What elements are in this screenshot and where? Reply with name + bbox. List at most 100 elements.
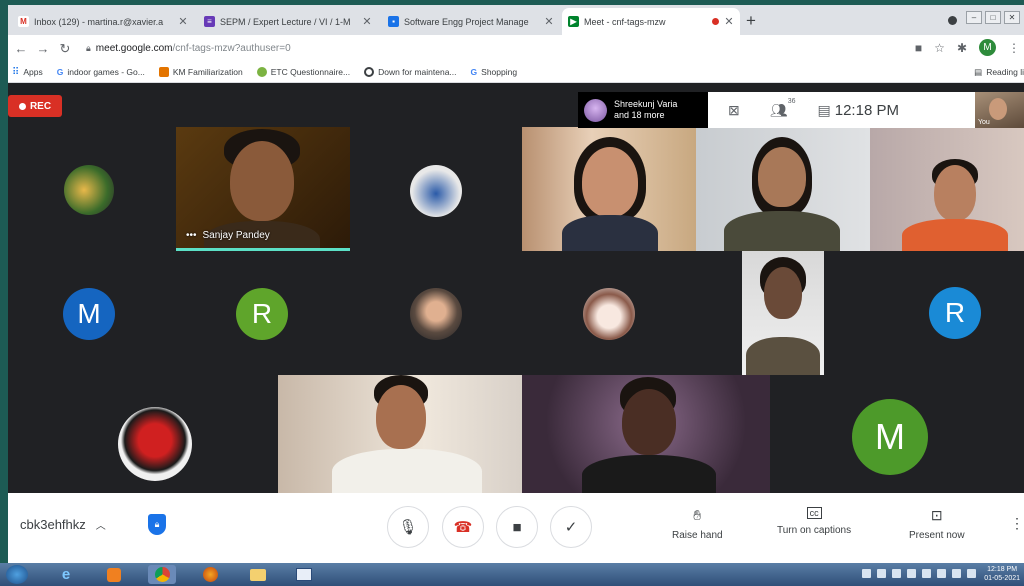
system-tray — [862, 569, 976, 578]
bookmark-down[interactable]: Down for maintena... — [364, 67, 457, 77]
tab-forms[interactable]: ≡ SEPM / Expert Lecture / VI / 1-M ✕ — [198, 8, 378, 35]
participant-tile[interactable]: M — [770, 375, 1024, 493]
reading-list[interactable]: ▤ Reading li — [974, 67, 1024, 78]
camera-button[interactable]: ■ — [496, 506, 538, 548]
participant-tile[interactable] — [870, 127, 1024, 251]
address-bar: ← → ↻ 🔒︎ meet.google.com/cnf-tags-mzw?au… — [8, 35, 1024, 62]
tray-signal-icon[interactable] — [967, 569, 976, 578]
present-now-button[interactable]: ⊡ Present now — [909, 507, 965, 541]
tray-flag-icon[interactable] — [937, 569, 946, 578]
participant-tile[interactable] — [696, 127, 870, 251]
participant-tile[interactable] — [742, 251, 824, 375]
profile-dot-icon[interactable] — [948, 16, 957, 25]
participant-tile[interactable]: R — [176, 251, 350, 375]
participant-tile[interactable] — [8, 127, 176, 251]
bookmark-shopping[interactable]: G Shopping — [471, 67, 518, 77]
participant-video — [582, 147, 638, 217]
tray-app-icon[interactable] — [907, 569, 916, 578]
present-screen-icon: ⊡ — [930, 507, 943, 523]
window-icon[interactable] — [290, 565, 318, 584]
bookmark-km[interactable]: KM Familiarization — [158, 67, 243, 77]
chrome-icon[interactable] — [148, 565, 176, 584]
layout-grid-icon[interactable]: ⊠ — [728, 102, 740, 119]
window-controls: – □ ✕ — [966, 11, 1020, 24]
bookmark-label: KM Familiarization — [172, 67, 243, 77]
bookmark-apps[interactable]: ⠿ Apps — [12, 67, 43, 78]
raise-hand-button[interactable]: ✋︎ Raise hand — [672, 507, 723, 541]
close-icon[interactable]: ✕ — [724, 15, 734, 28]
tab-meet[interactable]: ▶ Meet - cnf-tags-mzw ✕ — [562, 8, 740, 35]
video-camera-icon: ■ — [512, 518, 522, 536]
media-player-icon[interactable] — [100, 565, 128, 584]
participant-tile[interactable] — [350, 127, 522, 251]
captions-button[interactable]: cc Turn on captions — [777, 507, 851, 536]
attendance-button[interactable]: ✓ — [550, 506, 592, 548]
maximize-icon[interactable]: □ — [985, 11, 1001, 24]
lock-icon[interactable]: 🔒︎ — [86, 43, 91, 54]
close-window-icon[interactable]: ✕ — [1004, 11, 1020, 24]
new-tab-icon[interactable]: + — [746, 11, 756, 31]
bookmark-indoor-games[interactable]: Gindoor games - Go... — [57, 67, 145, 77]
meeting-details[interactable]: cbk3ehfhkz ︿ — [20, 517, 106, 532]
participant-tile[interactable] — [350, 251, 522, 375]
host-controls-shield-icon[interactable]: 🔒︎ — [148, 514, 166, 535]
participant-tile[interactable] — [522, 251, 696, 375]
camera-status-icon[interactable]: ■ — [915, 41, 922, 55]
close-icon[interactable]: ✕ — [178, 15, 188, 28]
bookmark-etc[interactable]: ETC Questionnaire... — [256, 67, 350, 77]
back-icon[interactable]: ← — [10, 41, 32, 56]
bookmark-label: Down for maintena... — [378, 67, 457, 77]
taskbar-clock[interactable]: 12:18 PM 01-05-2021 — [984, 565, 1020, 583]
tab-title: Meet - cnf-tags-mzw — [584, 16, 666, 27]
close-icon[interactable]: ✕ — [362, 15, 372, 28]
participant-avatar — [410, 165, 462, 217]
firefox-icon[interactable] — [196, 565, 224, 584]
participant-tile[interactable] — [522, 127, 696, 251]
tab-classroom[interactable]: ▪ Software Engg Project Manage ✕ — [382, 8, 560, 35]
participant-avatar-initial: M — [852, 399, 928, 475]
participant-name-label: ••• Sanjay Pandey — [186, 230, 270, 241]
meet-stage: ••• Sanjay Pandey M R R M REC Shreekunj … — [8, 83, 1024, 563]
tab-gmail[interactable]: M Inbox (129) - martina.r@xavier.a ✕ — [12, 8, 194, 35]
recording-label: REC — [29, 100, 52, 112]
km-icon — [158, 67, 169, 77]
participant-tile[interactable]: R — [870, 251, 1024, 375]
star-icon[interactable]: ☆ — [934, 41, 945, 55]
microphone-button[interactable]: 🎙︎ — [387, 506, 429, 548]
participant-tile[interactable] — [522, 375, 770, 493]
minimize-icon[interactable]: – — [966, 11, 982, 24]
file-explorer-icon[interactable] — [244, 565, 272, 584]
tray-volume-icon[interactable] — [952, 569, 961, 578]
people-icon[interactable]: 👥︎ 36 — [770, 98, 796, 119]
internet-explorer-icon[interactable]: e — [52, 565, 80, 584]
tray-app-icon[interactable] — [892, 569, 901, 578]
tab-title: Software Engg Project Manage — [404, 16, 529, 27]
windows-taskbar: e 12:18 PM 01-05-2021 — [0, 563, 1024, 586]
tray-security-icon[interactable] — [877, 569, 886, 578]
participant-tile[interactable] — [8, 375, 278, 493]
participant-video — [622, 389, 676, 455]
url-field[interactable]: 🔒︎ meet.google.com/cnf-tags-mzw?authuser… — [86, 39, 906, 58]
participant-avatar — [410, 288, 462, 340]
reading-list-icon: ▤ — [974, 67, 983, 77]
classroom-icon: ▪ — [388, 16, 399, 27]
forward-icon[interactable]: → — [32, 41, 54, 56]
participant-tile[interactable]: M — [8, 251, 176, 375]
apps-grid-icon: ⠿ — [12, 66, 20, 78]
recording-badge: REC — [8, 95, 62, 117]
participant-tile[interactable] — [278, 375, 522, 493]
reload-icon[interactable]: ↻ — [54, 41, 76, 57]
extensions-icon[interactable]: ✱ — [957, 41, 967, 55]
tray-bluetooth-icon[interactable] — [922, 569, 931, 578]
self-view-tile[interactable]: You — [975, 92, 1024, 128]
participant-tile-speaking[interactable]: ••• Sanjay Pandey — [176, 127, 350, 251]
close-icon[interactable]: ✕ — [544, 15, 554, 28]
tray-network-icon[interactable] — [862, 569, 871, 578]
menu-icon[interactable]: ⋮ — [1008, 41, 1020, 55]
chat-icon[interactable]: ▤ — [818, 102, 831, 119]
start-button-icon[interactable] — [6, 565, 28, 584]
profile-avatar[interactable]: M — [979, 39, 996, 56]
leave-call-button[interactable]: ☎︎ — [442, 506, 484, 548]
more-options-icon[interactable]: ⋮ — [1010, 515, 1024, 532]
record-dot-icon — [18, 102, 26, 110]
